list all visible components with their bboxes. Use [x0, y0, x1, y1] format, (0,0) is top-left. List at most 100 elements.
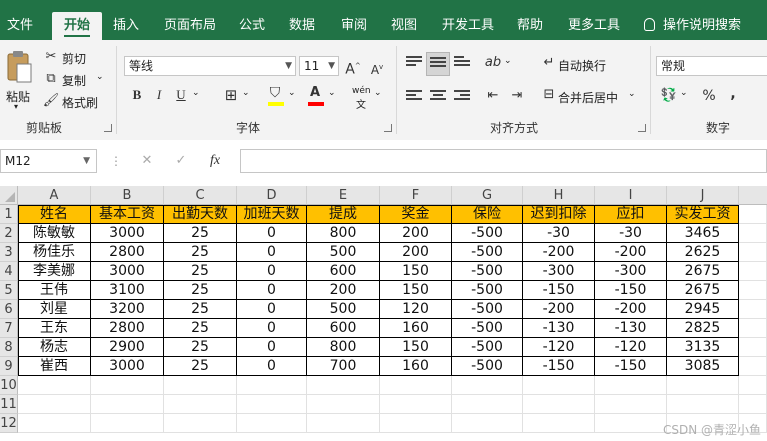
dialog-launcher-icon[interactable] [384, 124, 392, 132]
cell-g3[interactable]: -500 [452, 243, 523, 262]
tab-data[interactable]: 数据 [284, 12, 320, 40]
header-cell-d[interactable]: 加班天数 [237, 205, 307, 224]
underline-button[interactable]: U [172, 86, 190, 104]
column-header-k[interactable] [739, 186, 767, 205]
cell-f7[interactable]: 160 [380, 319, 452, 338]
fill-color-button[interactable]: ⛉ [266, 84, 286, 106]
column-header-c[interactable]: C [164, 186, 237, 205]
tab-insert[interactable]: 插入 [108, 12, 144, 40]
cell-j7[interactable]: 2825 [667, 319, 739, 338]
empty-cell[interactable] [739, 281, 767, 300]
row-header-4[interactable]: 4 [0, 262, 18, 281]
dialog-launcher-icon[interactable] [638, 124, 646, 132]
cell-e8[interactable]: 800 [307, 338, 380, 357]
align-bottom-icon[interactable] [454, 56, 470, 70]
header-cell-j[interactable]: 实发工资 [667, 205, 739, 224]
tab-formulas[interactable]: 公式 [234, 12, 270, 40]
header-cell-g[interactable]: 保险 [452, 205, 523, 224]
cell-h3[interactable]: -200 [523, 243, 595, 262]
empty-cell[interactable] [739, 357, 767, 376]
formula-input[interactable] [240, 149, 767, 173]
empty-cell[interactable] [237, 414, 307, 433]
cell-d6[interactable]: 0 [237, 300, 307, 319]
tab-developer[interactable]: 开发工具 [436, 12, 500, 40]
align-middle-button[interactable] [426, 52, 450, 76]
cell-e7[interactable]: 600 [307, 319, 380, 338]
cell-e6[interactable]: 500 [307, 300, 380, 319]
empty-cell[interactable] [523, 376, 595, 395]
header-cell-c[interactable]: 出勤天数 [164, 205, 237, 224]
chevron-down-icon[interactable]: ⌄ [374, 88, 382, 98]
align-top-icon[interactable] [406, 56, 422, 70]
grow-font-icon[interactable]: A^ [344, 57, 362, 78]
cell-c3[interactable]: 25 [164, 243, 237, 262]
cell-c7[interactable]: 25 [164, 319, 237, 338]
cell-i8[interactable]: -120 [595, 338, 667, 357]
cell-j5[interactable]: 2675 [667, 281, 739, 300]
format-painter-button[interactable]: 🖌 格式刷 [42, 92, 106, 110]
tell-me-search[interactable]: 操作说明搜索 [644, 12, 764, 40]
empty-cell[interactable] [18, 414, 91, 433]
align-left-icon[interactable] [406, 90, 422, 104]
cell-e3[interactable]: 500 [307, 243, 380, 262]
cell-h7[interactable]: -130 [523, 319, 595, 338]
empty-cell[interactable] [18, 376, 91, 395]
row-header-8[interactable]: 8 [0, 338, 18, 357]
phonetic-guide-button[interactable]: wén [352, 86, 371, 96]
cell-g4[interactable]: -500 [452, 262, 523, 281]
cell-g2[interactable]: -500 [452, 224, 523, 243]
enter-icon[interactable]: ✓ [172, 152, 190, 170]
cell-a6[interactable]: 刘星 [18, 300, 91, 319]
cell-h8[interactable]: -120 [523, 338, 595, 357]
wrap-text-button[interactable]: ↵ 自动换行 [540, 54, 616, 74]
cell-i2[interactable]: -30 [595, 224, 667, 243]
currency-icon[interactable]: 💱 [660, 87, 678, 105]
row-header-7[interactable]: 7 [0, 319, 18, 338]
empty-cell[interactable] [739, 300, 767, 319]
row-header-6[interactable]: 6 [0, 300, 18, 319]
header-cell-b[interactable]: 基本工资 [91, 205, 164, 224]
empty-cell[interactable] [237, 395, 307, 414]
cell-h9[interactable]: -150 [523, 357, 595, 376]
chevron-down-icon[interactable]: ⌄ [680, 88, 688, 98]
column-header-a[interactable]: A [18, 186, 91, 205]
cell-d4[interactable]: 0 [237, 262, 307, 281]
cell-d7[interactable]: 0 [237, 319, 307, 338]
column-header-e[interactable]: E [307, 186, 380, 205]
empty-cell[interactable] [452, 414, 523, 433]
empty-cell[interactable] [739, 395, 767, 414]
empty-cell[interactable] [595, 395, 667, 414]
empty-cell[interactable] [523, 395, 595, 414]
cell-e4[interactable]: 600 [307, 262, 380, 281]
font-name-select[interactable]: 等线 ▼ [124, 56, 296, 76]
empty-cell[interactable] [523, 414, 595, 433]
empty-cell[interactable] [452, 395, 523, 414]
empty-cell[interactable] [164, 376, 237, 395]
empty-cell[interactable] [380, 395, 452, 414]
cell-i3[interactable]: -200 [595, 243, 667, 262]
empty-cell[interactable] [91, 376, 164, 395]
chevron-down-icon[interactable]: ⌄ [504, 56, 512, 66]
italic-button[interactable]: I [150, 86, 168, 104]
cancel-icon[interactable]: ✕ [138, 152, 156, 170]
empty-cell[interactable] [739, 319, 767, 338]
cell-c2[interactable]: 25 [164, 224, 237, 243]
cell-h6[interactable]: -200 [523, 300, 595, 319]
cell-d8[interactable]: 0 [237, 338, 307, 357]
row-header-10[interactable]: 10 [0, 376, 18, 395]
cell-c9[interactable]: 25 [164, 357, 237, 376]
empty-cell[interactable] [307, 395, 380, 414]
cell-i5[interactable]: -150 [595, 281, 667, 300]
empty-cell[interactable] [739, 205, 767, 224]
worksheet-grid[interactable]: A B C D E F G H I J 1 2 3 4 5 6 7 8 9 10… [0, 186, 767, 441]
cell-d2[interactable]: 0 [237, 224, 307, 243]
increase-indent-icon[interactable]: ⇥ [508, 87, 526, 105]
column-header-h[interactable]: H [523, 186, 595, 205]
cell-i7[interactable]: -130 [595, 319, 667, 338]
tab-file[interactable]: 文件 [0, 12, 40, 40]
empty-cell[interactable] [595, 414, 667, 433]
empty-cell[interactable] [380, 376, 452, 395]
chevron-down-icon[interactable]: ⌄ [242, 88, 250, 98]
shrink-font-icon[interactable]: Av [368, 58, 386, 77]
insert-function-button[interactable]: fx [206, 152, 224, 170]
